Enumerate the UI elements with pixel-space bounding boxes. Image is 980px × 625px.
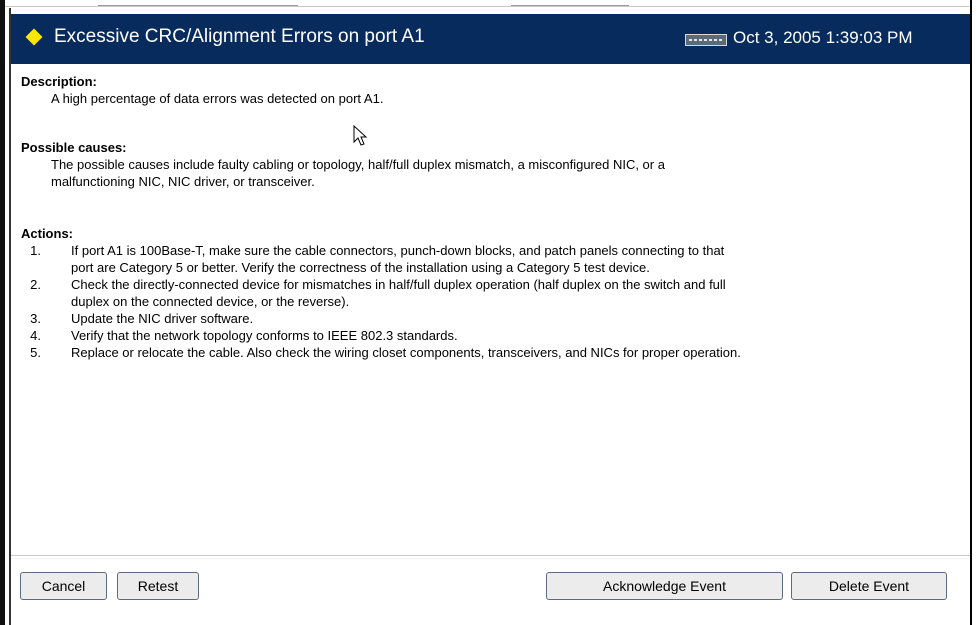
action-number: 2. <box>30 277 41 292</box>
actions-heading: Actions: <box>21 226 73 241</box>
window-left-inner-border <box>9 8 11 625</box>
window-left-border <box>0 0 5 625</box>
action-text-line: duplex on the connected device, or the r… <box>71 294 350 309</box>
action-item: 2. Check the directly-connected device f… <box>21 276 951 310</box>
action-number: 5. <box>30 345 41 360</box>
description-text: A high percentage of data errors was det… <box>51 91 384 106</box>
action-text-line: Check the directly-connected device for … <box>71 277 726 292</box>
window-top-strip <box>5 0 970 7</box>
cancel-button[interactable]: Cancel <box>20 572 107 600</box>
action-number: 4. <box>30 328 41 343</box>
acknowledge-event-button[interactable]: Acknowledge Event <box>546 572 783 600</box>
mouse-pointer-icon <box>353 125 368 146</box>
yellow-diamond-icon <box>25 28 43 46</box>
action-text-line: Verify that the network topology conform… <box>71 328 458 343</box>
action-item: 4. Verify that the network topology conf… <box>21 327 951 344</box>
switch-device-icon <box>685 34 727 46</box>
event-title: Excessive CRC/Alignment Errors on port A… <box>54 26 425 47</box>
background-tab-2 <box>511 0 629 6</box>
action-text-line: If port A1 is 100Base-T, make sure the c… <box>71 243 725 258</box>
action-text-line: Update the NIC driver software. <box>71 311 254 326</box>
description-heading: Description: <box>21 74 97 89</box>
window-right-margin <box>972 0 980 625</box>
event-timestamp: Oct 3, 2005 1:39:03 PM <box>733 28 913 47</box>
possible-causes-text: The possible causes include faulty cabli… <box>51 156 881 190</box>
actions-list: 1. If port A1 is 100Base-T, make sure th… <box>21 242 951 361</box>
possible-causes-line-1: The possible causes include faulty cabli… <box>51 157 665 172</box>
footer-divider <box>11 555 970 559</box>
possible-causes-heading: Possible causes: <box>21 140 127 155</box>
action-item: 1. If port A1 is 100Base-T, make sure th… <box>21 242 951 276</box>
retest-button[interactable]: Retest <box>117 572 199 600</box>
action-item: 5. Replace or relocate the cable. Also c… <box>21 344 951 361</box>
action-item: 3. Update the NIC driver software. <box>21 310 951 327</box>
action-number: 1. <box>30 243 41 258</box>
action-text-line: Replace or relocate the cable. Also chec… <box>71 345 741 360</box>
action-number: 3. <box>30 311 41 326</box>
action-text-line: port are Category 5 or better. Verify th… <box>71 260 650 275</box>
background-tab-1 <box>98 0 298 6</box>
possible-causes-line-2: malfunctioning NIC, NIC driver, or trans… <box>51 174 315 189</box>
event-header: Excessive CRC/Alignment Errors on port A… <box>11 14 970 64</box>
delete-event-button[interactable]: Delete Event <box>791 572 947 600</box>
